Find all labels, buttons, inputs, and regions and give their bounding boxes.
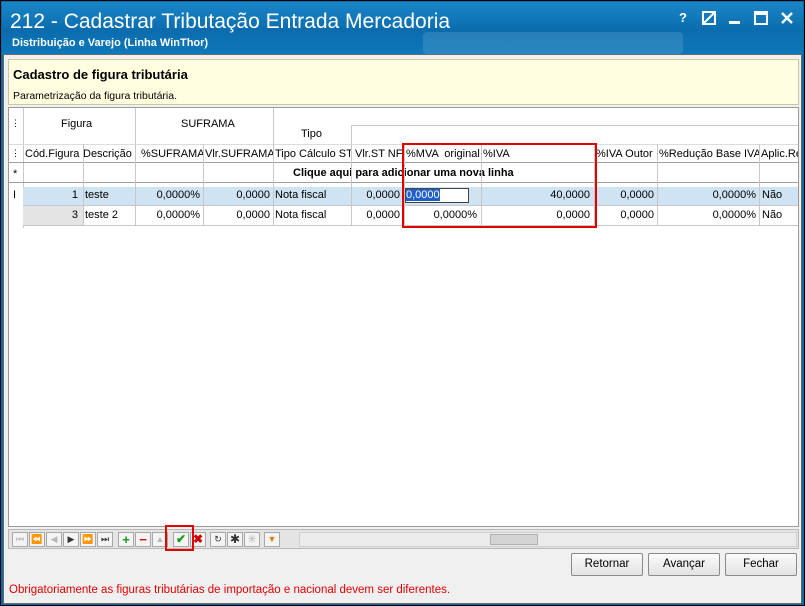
minimize-icon[interactable] xyxy=(727,10,743,26)
edit-row-indicator: I xyxy=(13,189,17,201)
col-header-vlr-suframa[interactable]: Vlr.SUFRAMA xyxy=(205,148,273,160)
cell-descricao[interactable]: teste 2 xyxy=(85,209,137,221)
filter-icon[interactable]: ▼ xyxy=(264,532,280,547)
horizontal-scrollbar[interactable] xyxy=(299,532,797,547)
window-title: 212 - Cadastrar Tributação Entrada Merca… xyxy=(10,10,451,33)
col-header-vlr-st-nf[interactable]: Vlr.ST NF xyxy=(355,148,403,160)
col-header-descricao[interactable]: Descrição xyxy=(83,148,135,160)
highlight-box-post xyxy=(165,525,194,551)
cell-aplic-re[interactable]: Não xyxy=(762,209,798,221)
cell-vlr-suframa[interactable]: 0,0000 xyxy=(205,189,273,201)
column-indicator: ⋮ xyxy=(11,148,20,158)
cell-suframa-pct[interactable]: 0,0000% xyxy=(139,189,203,201)
action-bar: Retornar Avançar Fechar xyxy=(8,553,799,579)
new-row-indicator: * xyxy=(13,168,18,180)
cell-vlr-st-nf[interactable]: 0,0000 xyxy=(353,209,403,221)
panel-title: Cadastro de figura tributária xyxy=(13,67,188,82)
col-header-reducao-base-iva[interactable]: %Redução Base IVA xyxy=(659,148,759,160)
band-header-figura: Figura xyxy=(61,118,93,130)
cell-aplic-re[interactable]: Não xyxy=(762,189,798,201)
title-bar: 212 - Cadastrar Tributação Entrada Merca… xyxy=(2,2,803,54)
col-header-suframa-pct[interactable]: %SUFRAMA xyxy=(141,148,203,160)
bookmark-icon[interactable]: ✱ xyxy=(227,532,243,547)
band-header-suframa: SUFRAMA xyxy=(181,118,235,130)
cell-descricao[interactable]: teste xyxy=(85,189,137,201)
add-record-icon[interactable]: + xyxy=(118,532,134,547)
prev-page-icon[interactable]: ⏪ xyxy=(29,532,45,547)
goto-bookmark-icon[interactable]: ✳ xyxy=(244,532,260,547)
fechar-button[interactable]: Fechar xyxy=(725,553,797,576)
col-header-tipo-calculo-st[interactable]: Tipo Cálculo ST xyxy=(275,148,351,160)
cell-reducao-base-iva[interactable]: 0,0000% xyxy=(659,209,759,221)
cell-iva-outor[interactable]: 0,0000 xyxy=(595,209,657,221)
client-area: Cadastro de figura tributária Parametriz… xyxy=(3,54,802,604)
panel-subtitle: Parametrização da figura tributária. xyxy=(13,90,177,102)
first-record-icon[interactable]: ⏮ xyxy=(12,532,28,547)
cell-cod-figura[interactable]: 3 xyxy=(25,209,81,221)
next-record-icon[interactable]: ▶ xyxy=(63,532,79,547)
scrollbar-thumb[interactable] xyxy=(490,534,538,545)
delete-record-icon[interactable]: − xyxy=(135,532,151,547)
restore-icon[interactable] xyxy=(701,10,717,26)
next-page-icon[interactable]: ⏩ xyxy=(80,532,96,547)
refresh-icon[interactable]: ↻ xyxy=(210,532,226,547)
help-button[interactable]: ? xyxy=(675,10,691,26)
col-header-aplic-re[interactable]: Aplic.Re xyxy=(761,148,798,160)
cell-tipo-calculo-st[interactable]: Nota fiscal xyxy=(275,209,351,221)
col-header-iva-outor[interactable]: %IVA Outor xyxy=(596,148,656,160)
cell-suframa-pct[interactable]: 0,0000% xyxy=(139,209,203,221)
col-header-cod-figura[interactable]: Cód.Figura xyxy=(25,148,81,160)
cell-vlr-st-nf[interactable]: 0,0000 xyxy=(353,189,403,201)
window-subtitle: Distribuição e Varejo (Linha WinThor) xyxy=(12,37,209,49)
last-record-icon[interactable]: ⏭ xyxy=(97,532,113,547)
validation-warning: Obrigatoriamente as figuras tributárias … xyxy=(9,584,451,596)
maximize-icon[interactable] xyxy=(753,10,769,26)
form-header: Cadastro de figura tributária Parametriz… xyxy=(8,59,799,105)
cell-iva-outor[interactable]: 0,0000 xyxy=(595,189,657,201)
cell-reducao-base-iva[interactable]: 0,0000% xyxy=(659,189,759,201)
cell-cod-figura[interactable]: 1 xyxy=(25,189,81,201)
avancar-button[interactable]: Avançar xyxy=(648,553,720,576)
tax-figure-grid[interactable]: Figura SUFRAMA Tipo ⋮ ⋮ Cód.Figura Descr… xyxy=(8,107,799,527)
prev-record-icon[interactable]: ◀ xyxy=(46,532,62,547)
band-indicator: ⋮ xyxy=(11,118,20,128)
cell-vlr-suframa[interactable]: 0,0000 xyxy=(205,209,273,221)
navigator-bar: ⏮ ⏪ ◀ ▶ ⏩ ⏭ + − ▲ ✔ ✖ ↻ ✱ ✳ ▼ xyxy=(8,525,799,551)
retornar-button[interactable]: Retornar xyxy=(571,553,643,576)
highlight-box-mva-iva xyxy=(402,143,597,228)
close-icon[interactable] xyxy=(779,10,795,26)
app-window: 212 - Cadastrar Tributação Entrada Merca… xyxy=(0,0,805,606)
band-header-tipo: Tipo xyxy=(301,128,322,140)
cell-tipo-calculo-st[interactable]: Nota fiscal xyxy=(275,189,351,201)
